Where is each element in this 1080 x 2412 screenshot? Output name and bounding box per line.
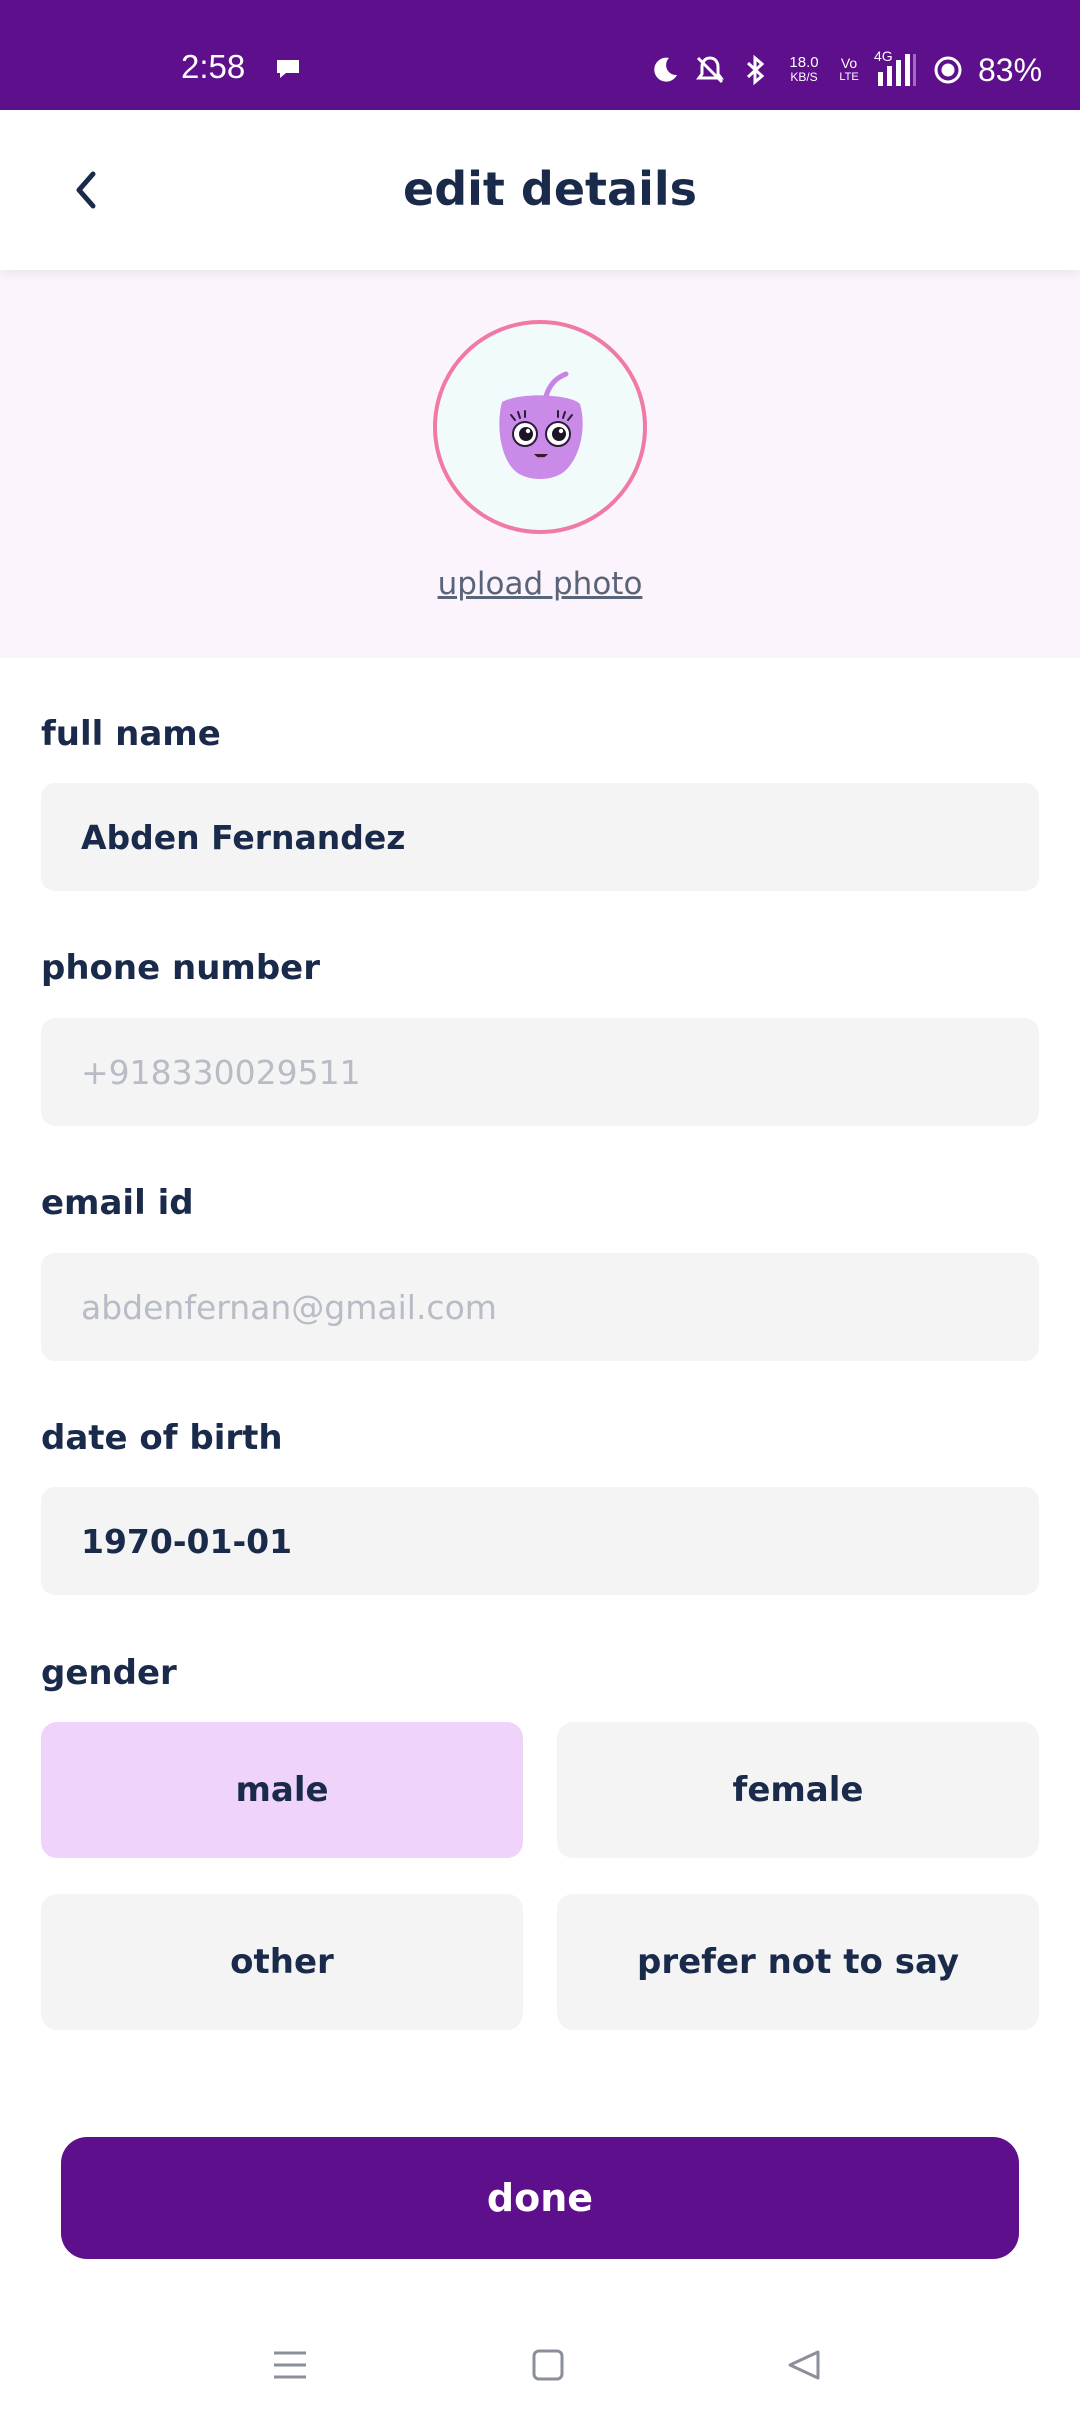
phone-number-label: phone number (41, 948, 321, 988)
bluetooth-icon (746, 54, 765, 86)
battery-percent: 83% (978, 51, 1043, 88)
volte-top: Vo (840, 55, 858, 71)
recents-button[interactable] (260, 2340, 320, 2390)
gender-label: gender (41, 1653, 177, 1693)
battery-icon (934, 56, 962, 84)
gender-option-other[interactable]: other (41, 1894, 523, 2030)
moon-icon (654, 57, 677, 82)
signal-indicator: 4G (874, 48, 918, 88)
email-label: email id (41, 1183, 194, 1223)
status-time: 2:58 (181, 48, 246, 85)
net-speed-unit: KB/S (790, 70, 818, 84)
volte-indicator: Vo LTE (838, 56, 860, 84)
done-button[interactable]: done (61, 2137, 1019, 2259)
gender-option-female[interactable]: female (557, 1722, 1039, 1858)
avatar[interactable] (433, 320, 647, 534)
full-name-input[interactable]: Abden Fernandez (41, 783, 1039, 891)
home-button[interactable] (518, 2340, 578, 2390)
net-speed-value: 18.0 (789, 54, 819, 71)
home-square-icon (532, 2349, 564, 2381)
date-of-birth-label: date of birth (41, 1418, 283, 1458)
gender-option-prefer-not-to-say[interactable]: prefer not to say (557, 1894, 1039, 2030)
gender-option-male[interactable]: male (41, 1722, 523, 1858)
status-bar: 2:58 18.0 KB/S Vo LTE 4G 83% (0, 0, 1080, 110)
system-nav-bar (0, 2300, 1080, 2412)
back-triangle-icon (788, 2350, 820, 2380)
date-of-birth-input[interactable]: 1970-01-01 (41, 1487, 1039, 1595)
chat-bubble-icon (277, 60, 299, 78)
menu-icon (274, 2351, 306, 2379)
upload-photo-link[interactable]: upload photo (0, 566, 1080, 602)
app-header: edit details (0, 110, 1080, 270)
bell-off-icon (696, 56, 724, 84)
full-name-label: full name (41, 714, 221, 754)
email-field: abdenfernan@gmail.com (41, 1253, 1039, 1361)
volte-bottom: LTE (839, 71, 859, 83)
cartoon-avatar-icon (499, 371, 583, 479)
profile-photo-section: upload photo (0, 270, 1080, 658)
phone-number-field: +918330029511 (41, 1018, 1039, 1126)
status-icons: 18.0 KB/S Vo LTE 4G 83% (650, 48, 1043, 90)
back-nav-button[interactable] (774, 2340, 834, 2390)
signal-icon (878, 54, 916, 86)
page-title: edit details (403, 162, 697, 216)
net-speed-readout: 18.0 KB/S (784, 55, 824, 85)
